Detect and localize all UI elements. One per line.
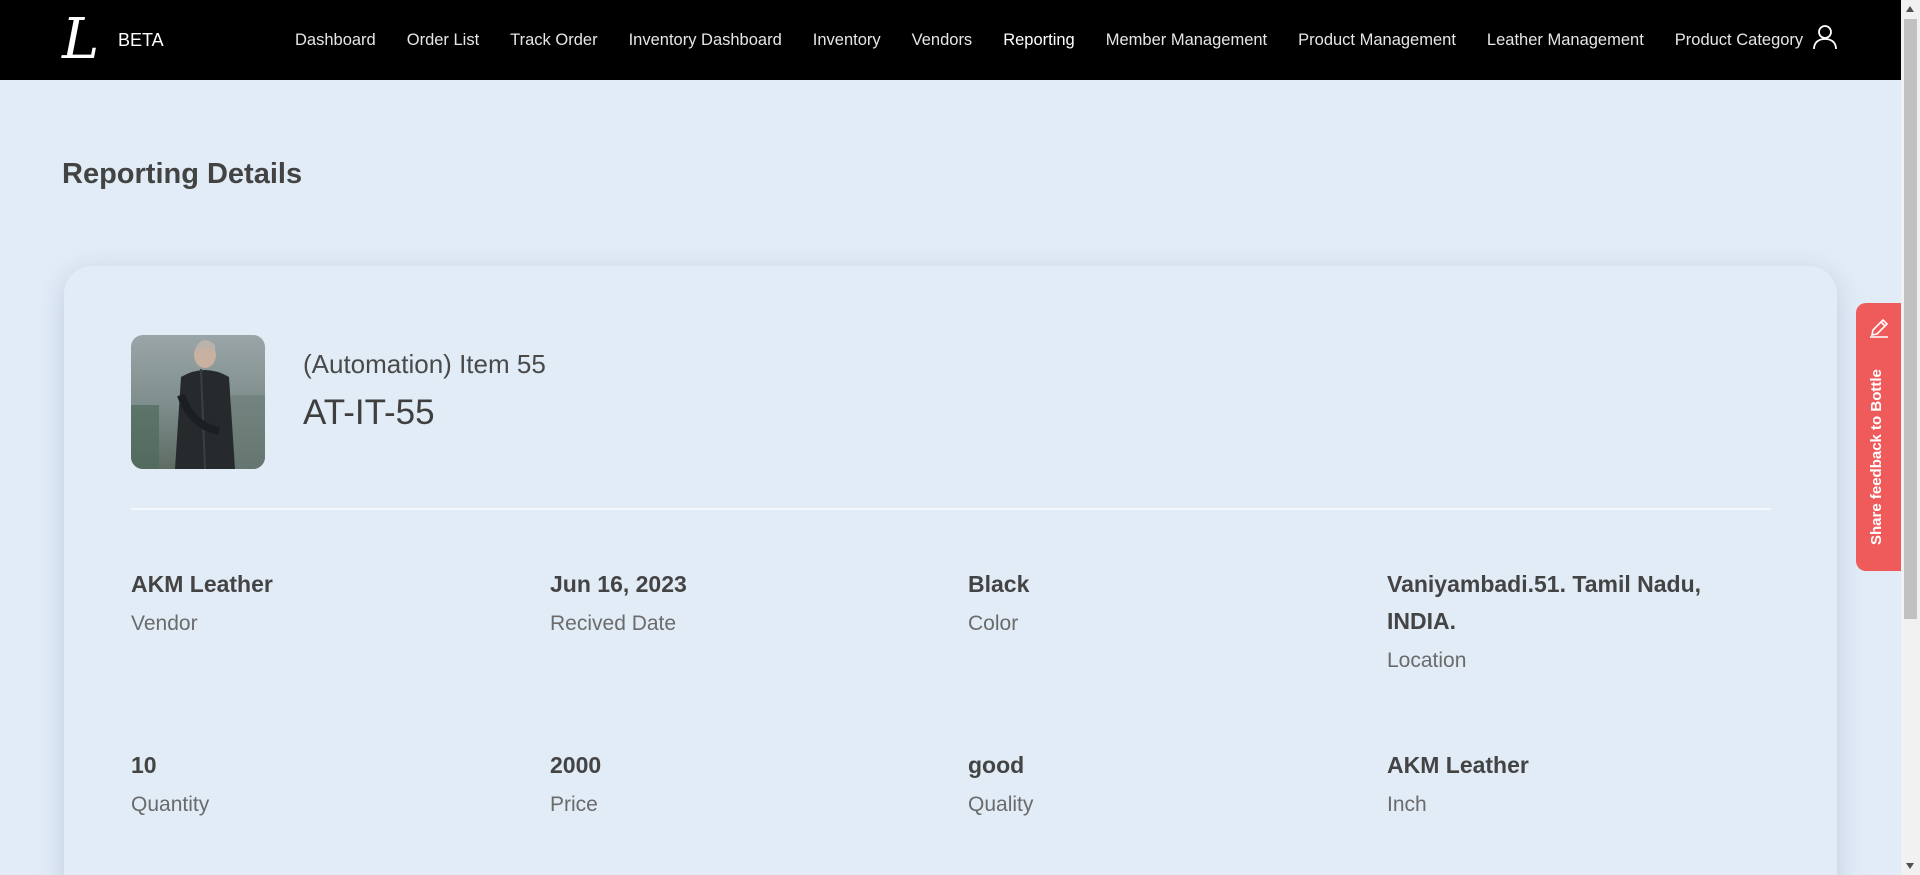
detail-quality: good Quality [968,747,1308,817]
detail-label: Inch [1387,793,1427,816]
detail-value: Jun 16, 2023 [550,571,687,597]
product-code: AT-IT-55 [303,393,435,432]
detail-label: Price [550,793,598,816]
nav-product-category[interactable]: Product Category [1675,31,1803,50]
detail-value: AKM Leather [131,571,273,597]
logo-mark: L [62,7,100,72]
nav-product-management[interactable]: Product Management [1298,31,1456,50]
app-logo[interactable]: L BETA [62,12,164,68]
nav-leather-management[interactable]: Leather Management [1487,31,1644,50]
detail-value: Vaniyambadi.51. Tamil Nadu, INDIA. [1387,571,1702,634]
reporting-details-card: (Automation) Item 55 AT-IT-55 AKM Leathe… [64,266,1837,875]
detail-value: 2000 [550,752,602,778]
user-icon[interactable] [1812,24,1838,50]
detail-label: Quantity [131,793,210,816]
detail-label: Recived Date [550,612,677,635]
detail-color: Black Color [968,566,1308,636]
product-image [131,335,265,469]
detail-value: Black [968,571,1030,597]
detail-label: Vendor [131,612,198,635]
detail-inch: AKM Leather Inch [1387,747,1727,817]
nav-inventory[interactable]: Inventory [813,31,881,50]
nav-vendors[interactable]: Vendors [912,31,973,50]
pencil-icon [1870,318,1889,338]
detail-value: good [968,752,1025,778]
nav-reporting[interactable]: Reporting [1003,31,1075,50]
product-name: (Automation) Item 55 [303,349,546,379]
nav-dashboard[interactable]: Dashboard [295,31,376,50]
scroll-thumb[interactable] [1904,19,1917,619]
detail-received-date: Jun 16, 2023 Recived Date [550,566,890,636]
detail-value: 10 [131,752,157,778]
scroll-up-icon[interactable] [1906,6,1914,12]
detail-label: Color [968,612,1019,635]
vertical-scrollbar[interactable] [1901,0,1920,875]
share-feedback-tab[interactable]: Share feedback to Bottle [1856,303,1901,571]
nav-inventory-dashboard[interactable]: Inventory Dashboard [629,31,782,50]
detail-vendor: AKM Leather Vendor [131,566,471,636]
beta-badge: BETA [118,30,164,50]
nav-track-order[interactable]: Track Order [510,31,597,50]
detail-value: AKM Leather [1387,752,1529,778]
page-title: Reporting Details [62,158,303,190]
top-navigation-bar: L BETA Dashboard Order List Track Order … [0,0,1901,80]
scroll-down-icon[interactable] [1906,863,1914,869]
feedback-label: Share feedback to Bottle [1868,369,1885,545]
nav-member-management[interactable]: Member Management [1106,31,1267,50]
detail-location: Vaniyambadi.51. Tamil Nadu, INDIA. Locat… [1387,566,1727,673]
nav-order-list[interactable]: Order List [407,31,479,50]
detail-label: Location [1387,649,1467,672]
detail-label: Quality [968,793,1034,816]
main-nav: Dashboard Order List Track Order Invento… [295,0,1834,80]
detail-quantity: 10 Quantity [131,747,471,817]
section-divider [131,508,1771,510]
detail-price: 2000 Price [550,747,890,817]
